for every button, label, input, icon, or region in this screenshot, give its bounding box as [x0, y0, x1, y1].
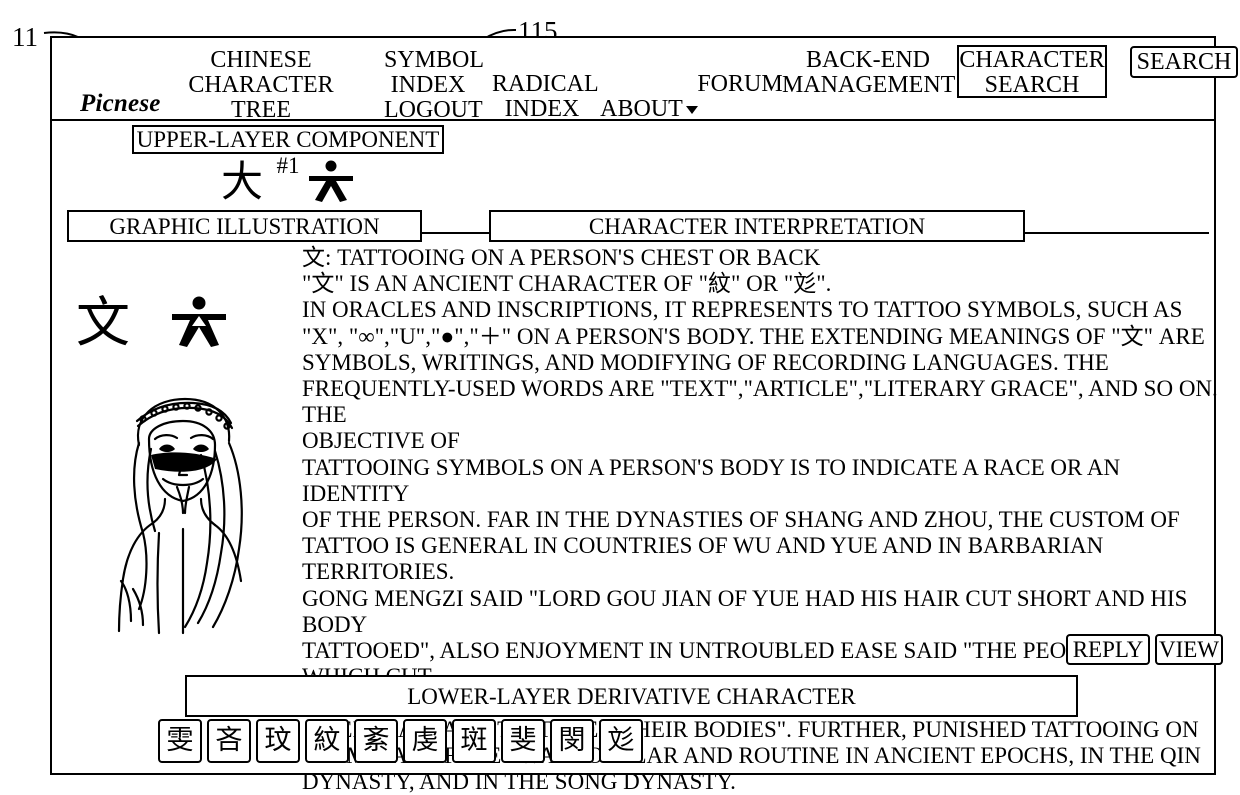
header-nav-bar: Picnese CHINESE CHARACTER TREE (ADMINIST… [52, 38, 1238, 148]
derivative-character-list: 雯 吝 玟 紋 紊 虔 斑 斐 閔 彣 [158, 719, 643, 763]
view-button[interactable]: VIEW [1155, 634, 1223, 665]
derivative-character-cell[interactable]: 彣 [599, 719, 643, 763]
nav-item-about[interactable]: ABOUT [597, 72, 701, 122]
application-window: Picnese CHINESE CHARACTER TREE (ADMINIST… [50, 36, 1238, 794]
section-title-character-interpretation: CHARACTER INTERPRETATION [489, 210, 1025, 242]
derivative-character-cell[interactable]: 閔 [550, 719, 594, 763]
derivative-character-cell[interactable]: 斐 [501, 719, 545, 763]
upper-layer-character[interactable]: 大 [221, 160, 263, 204]
reply-button[interactable]: REPLY [1066, 634, 1150, 665]
nav-item-logout[interactable]: LOGOUT [384, 98, 483, 123]
illustration-character[interactable]: 文 [76, 295, 130, 351]
upper-layer-glyph-row: 大 [132, 158, 444, 206]
search-button[interactable]: SEARCH [1130, 46, 1238, 78]
tattooed-person-line-drawing [117, 397, 243, 635]
derivative-character-cell[interactable]: 虔 [403, 719, 447, 763]
derivative-character-cell[interactable]: 紊 [354, 719, 398, 763]
nav-item-radical-index[interactable]: RADICAL INDEX [492, 72, 599, 122]
nav-item-symbol-index[interactable]: SYMBOL INDEX [384, 48, 484, 98]
tattooed-person-pictograph-icon[interactable] [170, 296, 228, 350]
standing-person-pictograph-icon[interactable] [307, 160, 355, 204]
nav-item-about-label: ABOUT [600, 96, 683, 122]
section-title-graphic-illustration: GRAPHIC ILLUSTRATION [67, 210, 422, 242]
chevron-down-icon [685, 106, 698, 114]
nav-item-forum[interactable]: FORUM [692, 72, 788, 97]
lower-layer-derivative-title: LOWER-LAYER DERIVATIVE CHARACTER [185, 675, 1078, 717]
derivative-character-cell[interactable]: 斑 [452, 719, 496, 763]
derivative-character-cell[interactable]: 紋 [305, 719, 349, 763]
reference-numeral-11: 11 [12, 22, 38, 52]
character-search-field[interactable]: CHARACTER SEARCH [957, 45, 1107, 98]
derivative-character-cell[interactable]: 吝 [207, 719, 251, 763]
nav-item-back-end-management[interactable]: BACK-END MANAGEMENT [782, 48, 955, 98]
derivative-character-cell[interactable]: 玟 [256, 719, 300, 763]
upper-layer-component-title: UPPER-LAYER COMPONENT #1 [132, 125, 444, 178]
derivative-character-cell[interactable]: 雯 [158, 719, 202, 763]
illustration-glyph-row: 文 [62, 288, 312, 358]
